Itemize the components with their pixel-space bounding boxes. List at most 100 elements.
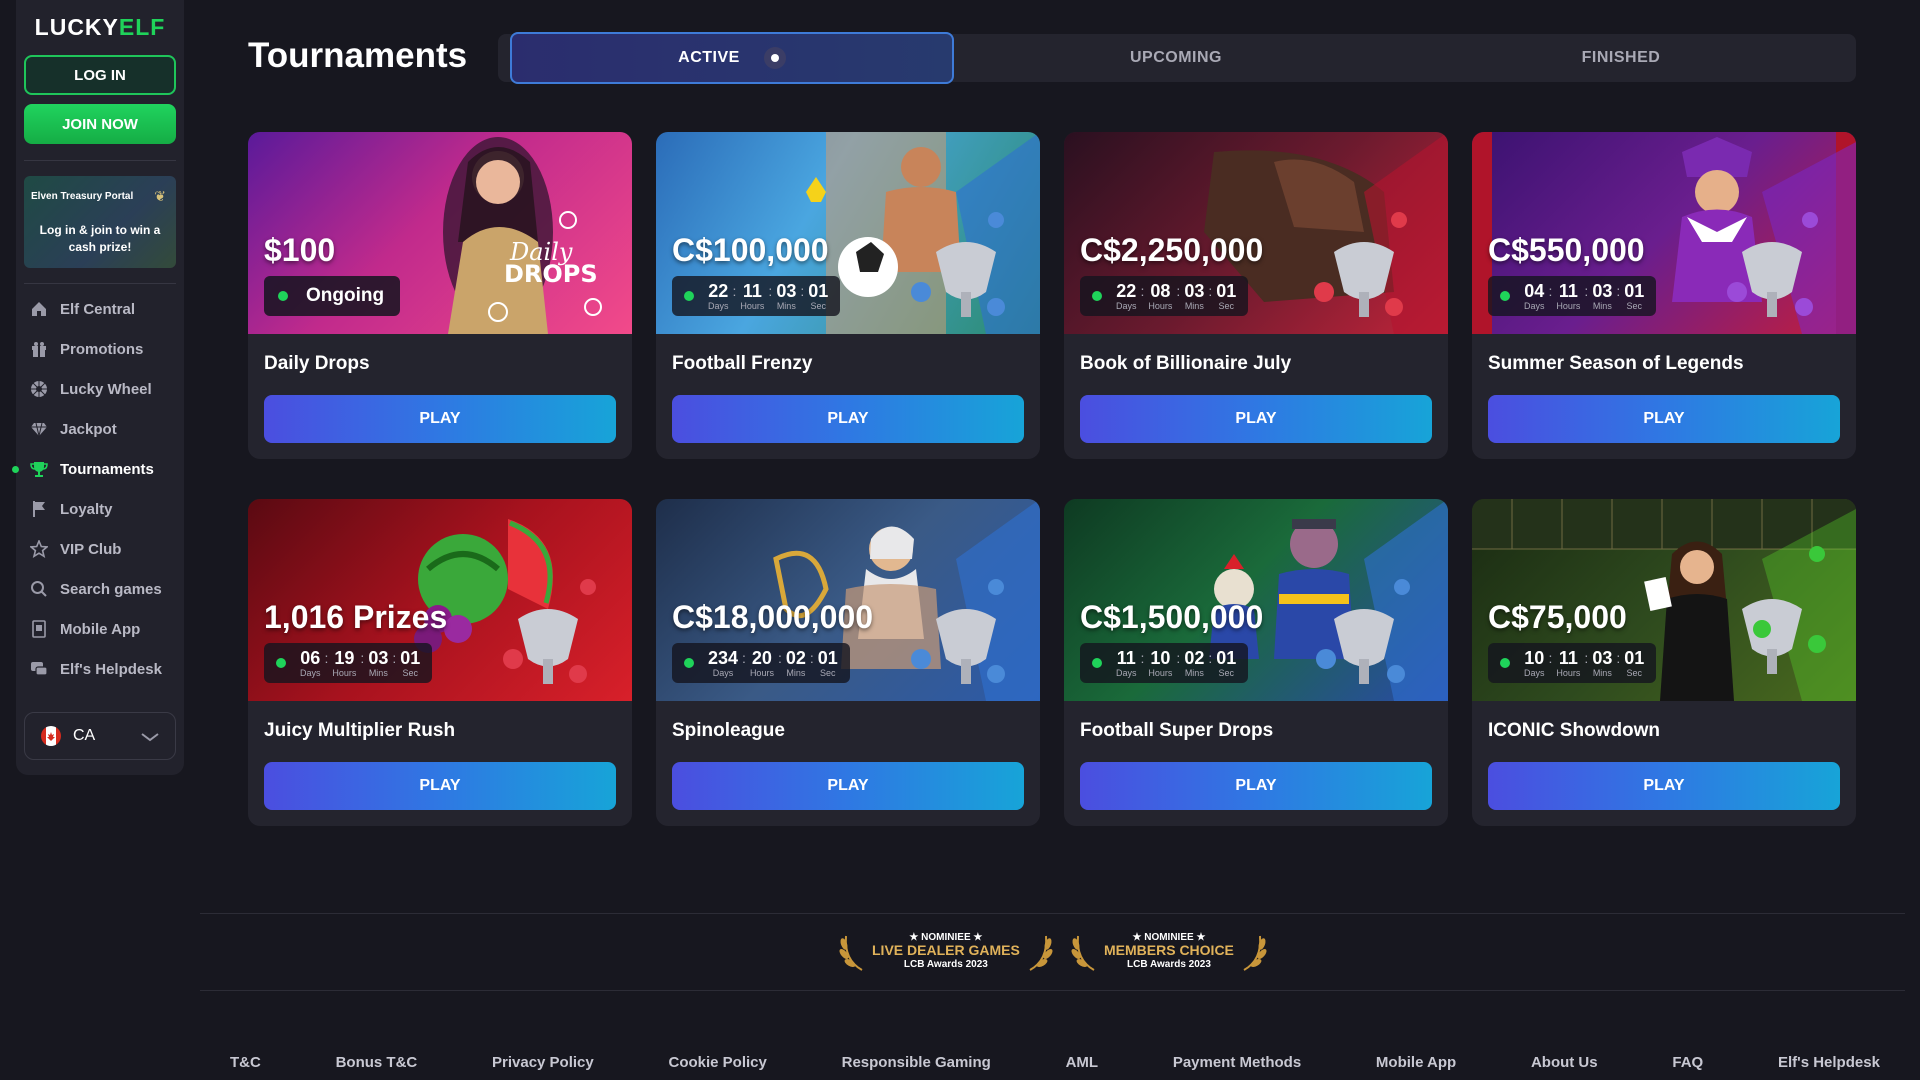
- footer-link-about-us[interactable]: About Us: [1531, 1054, 1598, 1071]
- play-button[interactable]: PLAY: [1080, 395, 1432, 443]
- play-button[interactable]: PLAY: [672, 762, 1024, 810]
- tournament-banner[interactable]: C$18,000,000 234 Days: 20 Hours: 02 Mins: 0…: [656, 499, 1040, 701]
- divider: [24, 283, 176, 284]
- play-button[interactable]: PLAY: [1080, 762, 1432, 810]
- footer-link-payment-methods[interactable]: Payment Methods: [1173, 1054, 1301, 1071]
- countdown-timer: 22 Days: 11 Hours: 03 Mins: 01 Sec: [672, 276, 841, 316]
- gift-icon: [28, 340, 50, 358]
- play-button[interactable]: PLAY: [264, 762, 616, 810]
- promo-banner[interactable]: Elven Treasury Portal ❦ Log in & join to…: [24, 176, 176, 268]
- award-title: LIVE DEALER GAMES: [872, 942, 1020, 959]
- tournament-card: 1,016 Prizes 06 Days: 19 Hours: 03 Mins: 01…: [248, 499, 632, 826]
- tournament-name: Summer Season of Legends: [1488, 353, 1744, 374]
- tournament-card: C$100,000 22 Days: 11 Hours: 03 Mins: 01 Sec…: [656, 132, 1040, 459]
- play-button[interactable]: PLAY: [1488, 762, 1840, 810]
- award-badge: ★ NOMINIEE ★ LIVE DEALER GAMES LCB Award…: [838, 930, 1054, 972]
- footer-link-helpdesk[interactable]: Elf's Helpdesk: [1778, 1054, 1880, 1071]
- footer-link-cookie[interactable]: Cookie Policy: [668, 1054, 766, 1071]
- footer-link-tc[interactable]: T&C: [230, 1054, 261, 1071]
- live-indicator-icon: [763, 47, 786, 69]
- laurel-right-icon: [1243, 935, 1267, 971]
- tournament-banner[interactable]: C$100,000 22 Days: 11 Hours: 03 Mins: 01 Sec: [656, 132, 1040, 334]
- footer-links: T&C Bonus T&C Privacy Policy Cookie Poli…: [230, 1054, 1880, 1071]
- page-title: Tournaments: [248, 36, 468, 75]
- prize-amount: C$18,000,000: [672, 599, 874, 635]
- divider: [24, 160, 176, 161]
- laurel-left-icon: [1071, 935, 1095, 971]
- countdown-timer: 11 Days: 10 Hours: 02 Mins: 01 Sec: [1080, 643, 1249, 683]
- award-subtitle: LCB Awards 2023: [903, 958, 988, 970]
- join-now-button[interactable]: JOIN NOW: [24, 104, 176, 144]
- play-button[interactable]: PLAY: [264, 395, 616, 443]
- countdown-timer: 10 Days: 11 Hours: 03 Mins: 01 Sec: [1488, 643, 1657, 683]
- sidebar-item-helpdesk[interactable]: Elf's Helpdesk: [16, 651, 184, 687]
- sidebar-item-lucky-wheel[interactable]: Lucky Wheel: [16, 371, 184, 407]
- tournament-card: C$18,000,000 234 Days: 20 Hours: 02 Mins: 0…: [656, 499, 1040, 826]
- tournament-name: Juicy Multiplier Rush: [264, 720, 456, 741]
- status-dot-icon: [684, 658, 694, 668]
- laurel-left-icon: [839, 935, 863, 971]
- wheel-icon: [28, 380, 50, 398]
- login-button[interactable]: LOG IN: [24, 55, 176, 95]
- home-icon: [28, 300, 50, 318]
- footer-link-mobile-app[interactable]: Mobile App: [1376, 1054, 1456, 1071]
- sidebar-item-promotions[interactable]: Promotions: [16, 331, 184, 367]
- prize-amount: C$2,250,000: [1080, 232, 1264, 268]
- tournament-card: C$2,250,000 22 Days: 08 Hours: 03 Mins: 01 S…: [1064, 132, 1448, 459]
- tab-finished[interactable]: FINISHED: [1398, 34, 1844, 82]
- promo-title: Elven Treasury Portal: [31, 191, 134, 202]
- tab-active[interactable]: ACTIVE: [510, 32, 954, 84]
- sidebar-item-mobile-app[interactable]: Mobile App: [16, 611, 184, 647]
- tournament-banner[interactable]: C$75,000 10 Days: 11 Hours: 03 Mins: 01 Sec: [1472, 499, 1856, 701]
- countdown-timer: 234 Days: 20 Hours: 02 Mins: 01 Sec: [672, 643, 850, 683]
- status-dot-icon: [278, 291, 288, 301]
- tournament-name: Spinoleague: [672, 720, 785, 741]
- footer-link-faq[interactable]: FAQ: [1672, 1054, 1703, 1071]
- tournament-banner[interactable]: Daily DROPS $100 Ongoing: [248, 132, 632, 334]
- promo-text: Log in & join to win a cash prize!: [39, 223, 161, 254]
- tournament-name: Football Frenzy: [672, 353, 813, 374]
- status-dot-icon: [1092, 658, 1102, 668]
- canada-flag-icon: [41, 726, 61, 746]
- tournament-name: Daily Drops: [264, 353, 370, 374]
- sidebar-item-tournaments[interactable]: Tournaments: [12, 451, 184, 487]
- award-subtitle: LCB Awards 2023: [1126, 958, 1211, 970]
- diamond-icon: [28, 420, 50, 438]
- sidebar-item-vip-club[interactable]: VIP Club: [16, 531, 184, 567]
- sidebar-item-jackpot[interactable]: Jackpot: [16, 411, 184, 447]
- tournament-banner[interactable]: 1,016 Prizes 06 Days: 19 Hours: 03 Mins: 01…: [248, 499, 632, 701]
- sidebar: LUCKYELF LOG IN JOIN NOW Elven Treasury …: [12, 0, 184, 775]
- star-icon: [28, 540, 50, 558]
- svg-text:DROPS: DROPS: [504, 260, 598, 288]
- tab-upcoming[interactable]: UPCOMING: [954, 34, 1398, 82]
- footer-divider: [200, 913, 1905, 914]
- search-icon: [28, 580, 50, 598]
- countdown-timer: 06 Days: 19 Hours: 03 Mins: 01 Sec: [264, 643, 433, 683]
- award-title: MEMBERS CHOICE: [1104, 942, 1234, 959]
- tournament-card: C$1,500,000 11 Days: 10 Hours: 02 Mins: 01 S…: [1064, 499, 1448, 826]
- tournament-banner[interactable]: C$1,500,000 11 Days: 10 Hours: 02 Mins: 01 S…: [1064, 499, 1448, 701]
- footer-divider: [200, 990, 1905, 991]
- sidebar-item-elf-central[interactable]: Elf Central: [16, 291, 184, 327]
- footer-link-privacy[interactable]: Privacy Policy: [492, 1054, 594, 1071]
- footer-link-responsible-gaming[interactable]: Responsible Gaming: [842, 1054, 991, 1071]
- play-button[interactable]: PLAY: [672, 395, 1024, 443]
- sidebar-item-search-games[interactable]: Search games: [16, 571, 184, 607]
- flag-icon: [28, 500, 50, 518]
- tournament-banner[interactable]: C$2,250,000 22 Days: 08 Hours: 03 Mins: 01 S…: [1064, 132, 1448, 334]
- tournament-card: Daily DROPS $100 Ongoing Daily Drops PLA…: [248, 132, 632, 459]
- status-dot-icon: [684, 291, 694, 301]
- tournament-card: C$75,000 10 Days: 11 Hours: 03 Mins: 01 Sec …: [1472, 499, 1856, 826]
- tournament-banner[interactable]: C$550,000 04 Days: 11 Hours: 03 Mins: 01 Sec: [1472, 132, 1856, 334]
- language-selector[interactable]: CA: [24, 712, 176, 760]
- footer-link-bonus-tc[interactable]: Bonus T&C: [336, 1054, 418, 1071]
- sidebar-item-loyalty[interactable]: Loyalty: [16, 491, 184, 527]
- chevron-down-icon: [139, 727, 161, 752]
- helpdesk-icon: [28, 660, 50, 678]
- footer-link-aml[interactable]: AML: [1066, 1054, 1099, 1071]
- play-button[interactable]: PLAY: [1488, 395, 1840, 443]
- prize-amount: 1,016 Prizes: [264, 599, 448, 635]
- countdown-timer: 04 Days: 11 Hours: 03 Mins: 01 Sec: [1488, 276, 1657, 316]
- tournament-name: Book of Billionaire July: [1080, 353, 1292, 374]
- logo[interactable]: LUCKYELF: [16, 14, 184, 41]
